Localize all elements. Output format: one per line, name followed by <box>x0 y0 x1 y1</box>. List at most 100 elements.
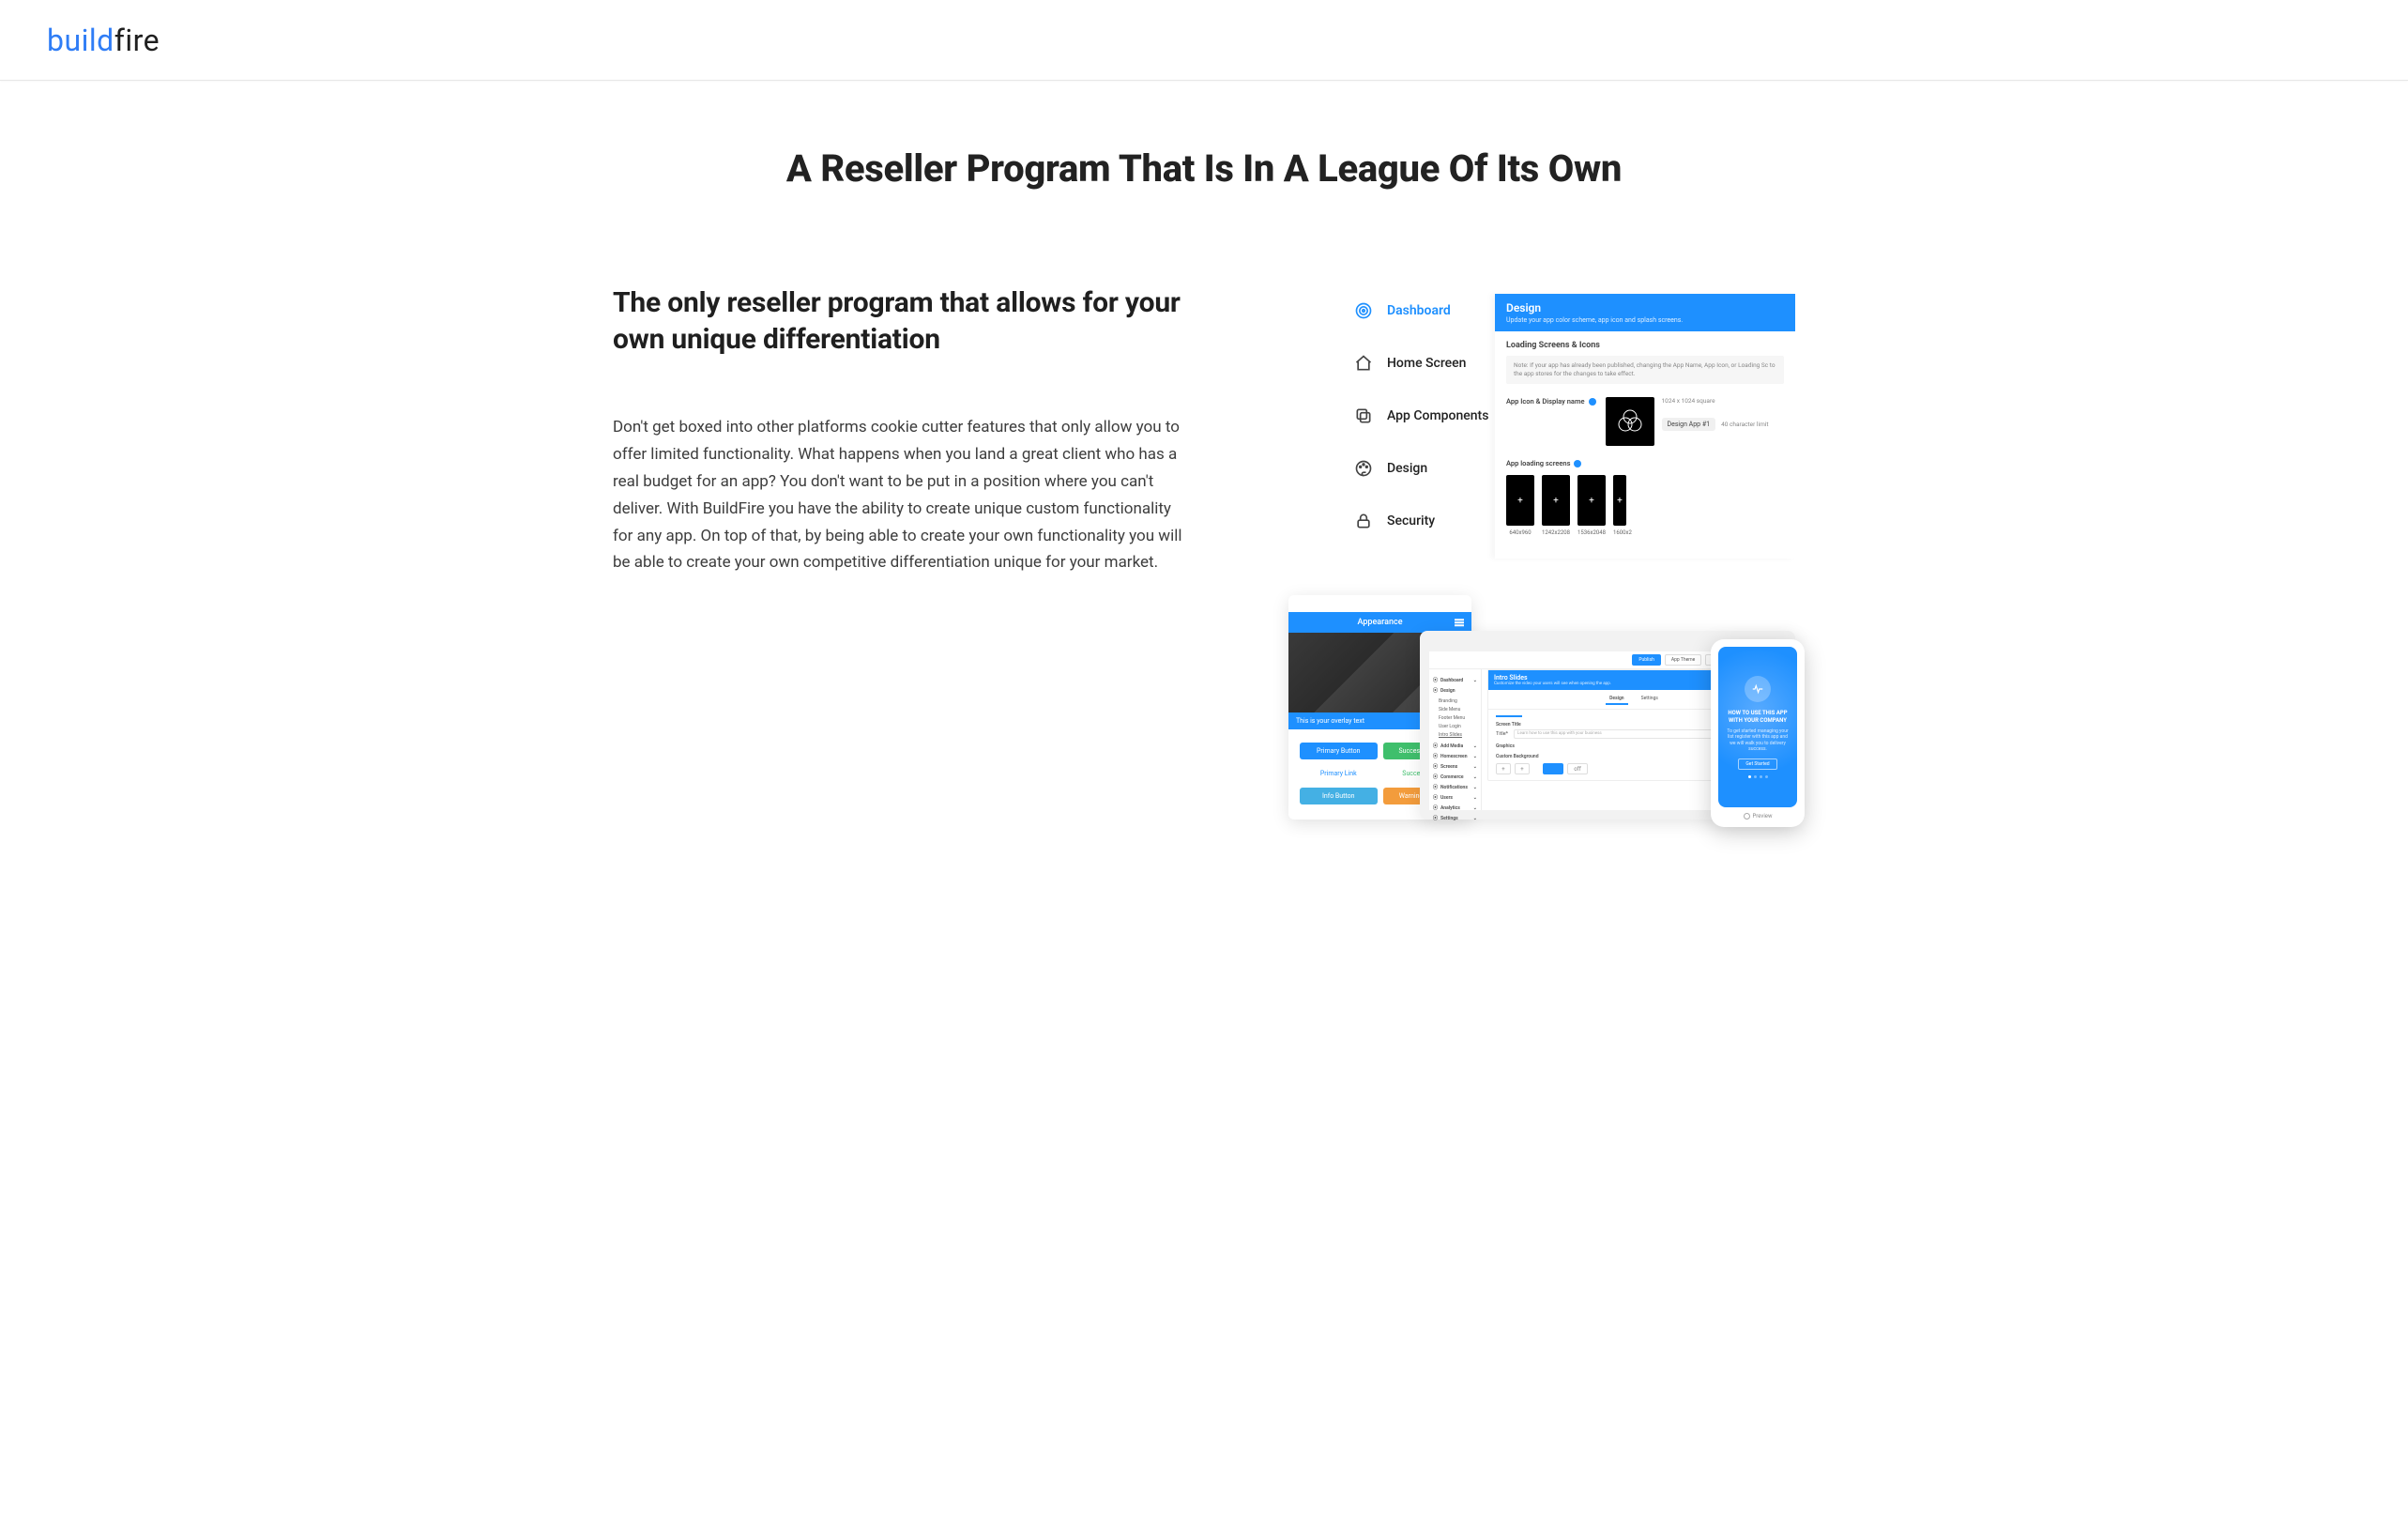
brand-logo-accent: build <box>47 23 114 58</box>
intro-title: Intro Slides <box>1494 674 1611 682</box>
sidebar-section: ⦿Users⌄ <box>1433 794 1477 801</box>
sidebar-section: ⦿Analytics⌄ <box>1433 804 1477 811</box>
home-icon <box>1354 354 1373 373</box>
brand-logo-rest: fire <box>114 23 160 58</box>
section-subheading: The only reseller program that allows fo… <box>613 284 1213 358</box>
sidebar-section: ⦿Notifications⌄ <box>1433 784 1477 790</box>
appearance-title: Appearance <box>1288 618 1471 627</box>
appearance-title-bar: Appearance <box>1288 612 1471 633</box>
sidebar-section: ⦿Dashboard⌄ <box>1433 677 1477 683</box>
bg-chip-selected <box>1543 763 1563 774</box>
info-dot-icon <box>1589 398 1596 406</box>
app-theme-pill: App Theme <box>1665 654 1701 666</box>
sidebar-item: Footer Menu <box>1433 713 1477 722</box>
plus-icon: + <box>1617 496 1623 506</box>
bg-chip-off: off <box>1567 763 1588 774</box>
sidebar-section: ⦿Homescreen⌄ <box>1433 753 1477 759</box>
plus-icon: + <box>1589 496 1594 506</box>
app-icon-label: App Icon & Display name <box>1506 397 1596 406</box>
loading-thumb: +1600x2 <box>1613 475 1632 536</box>
thumb-preview: + <box>1542 475 1570 526</box>
sidebar-section: ⦿Add Media⌄ <box>1433 743 1477 749</box>
primary-button: Primary Button <box>1300 743 1378 759</box>
title-label: Title* <box>1496 731 1508 737</box>
thumb-preview: + <box>1577 475 1606 526</box>
site-header: buildfire <box>0 0 2408 81</box>
tab-design: Design <box>1606 694 1627 705</box>
copy-column: The only reseller program that allows fo… <box>613 284 1213 576</box>
loading-thumb: +640x960 <box>1506 475 1534 536</box>
tab-settings: Settings <box>1638 694 1662 705</box>
body-copy: Don't get boxed into other platforms coo… <box>613 414 1195 576</box>
chevron-icon: ⌄ <box>1473 795 1477 801</box>
brand-logo[interactable]: buildfire <box>47 23 160 58</box>
publish-pill: Publish <box>1632 654 1660 666</box>
palette-icon <box>1354 459 1373 478</box>
plus-icon: + <box>1553 496 1559 506</box>
phone-subtext: To get started managing your list regist… <box>1726 728 1790 753</box>
app-icon-preview <box>1606 397 1654 446</box>
app-icon-row: App Icon & Display name 1 <box>1506 397 1784 446</box>
phone-cta: Get Started <box>1738 758 1776 770</box>
design-panel: Design Update your app color scheme, app… <box>1495 294 1795 559</box>
page-main: A Reseller Program That Is In A League O… <box>566 146 1842 866</box>
chevron-icon: ⌄ <box>1473 743 1477 749</box>
thumb-label: 1536x2048 <box>1577 529 1606 536</box>
visual-column: DashboardHome ScreenApp Components›Desig… <box>1270 284 1795 810</box>
plus-icon: + <box>1517 496 1523 506</box>
loading-screens-row: App loading screens +640x960+1242x2208+1… <box>1506 459 1784 536</box>
primary-link: Primary Link <box>1300 765 1378 782</box>
lock-icon <box>1354 512 1373 530</box>
chevron-icon: ⌄ <box>1473 785 1477 790</box>
thumb-label: 1242x2208 <box>1542 529 1570 536</box>
loading-screens-label: App loading screens <box>1506 459 1581 467</box>
phone-footer: Preview <box>1744 813 1773 820</box>
pulse-icon <box>1745 676 1771 702</box>
design-panel-title: Design <box>1506 301 1784 314</box>
sidebar-section: ⦿Settings⌄ <box>1433 815 1477 821</box>
loading-thumb: +1536x2048 <box>1577 475 1606 536</box>
content-row: The only reseller program that allows fo… <box>613 284 1795 810</box>
preview-icon <box>1744 813 1750 820</box>
phone-heading: HOW TO USE THIS APP WITH YOUR COMPANY <box>1726 710 1790 725</box>
design-panel-header: Design Update your app color scheme, app… <box>1495 294 1795 331</box>
design-note: Note: If your app has already been publi… <box>1506 356 1784 384</box>
phone-preview: HOW TO USE THIS APP WITH YOUR COMPANY To… <box>1711 639 1805 827</box>
chevron-icon: ⌄ <box>1473 805 1477 811</box>
chevron-icon: ⌄ <box>1473 774 1477 780</box>
sidebar-item: Side Menu <box>1433 705 1477 713</box>
target-icon <box>1354 301 1373 320</box>
design-section-title: Loading Screens & Icons <box>1506 341 1784 350</box>
collage: DashboardHome ScreenApp Components›Desig… <box>1270 284 1795 810</box>
sidebar-section: ⦿Screens⌄ <box>1433 763 1477 770</box>
info-dot-icon <box>1574 460 1581 467</box>
sidebar-section: ⦿Design <box>1433 687 1477 694</box>
loading-thumb: +1242x2208 <box>1542 475 1570 536</box>
sidebar-item: User Login <box>1433 722 1477 730</box>
bg-chip: + <box>1496 763 1511 774</box>
icon-dimensions: 1024 x 1024 square <box>1662 397 1769 405</box>
chevron-icon: ⌄ <box>1473 816 1477 821</box>
info-button: Info Button <box>1300 788 1378 804</box>
display-name-value: Design App #1 <box>1662 418 1716 431</box>
chevron-icon: ⌄ <box>1473 754 1477 759</box>
dashboard-sidebar: ⦿Dashboard⌄ ⦿Design BrandingSide MenuFoote… <box>1429 669 1482 810</box>
intro-subtitle: Customize the video your users will see … <box>1494 682 1611 686</box>
display-name-hint: 40 character limit <box>1721 421 1768 428</box>
thumb-label: 640x960 <box>1506 529 1534 536</box>
loading-thumbs: +640x960+1242x2208+1536x2048+1600x2 <box>1506 475 1632 536</box>
hero-title: A Reseller Program That Is In A League O… <box>613 146 1795 191</box>
thumb-preview: + <box>1613 475 1626 526</box>
sidebar-item: Branding <box>1433 697 1477 705</box>
sidebar-section: ⦿Commerce⌄ <box>1433 774 1477 780</box>
design-panel-subtitle: Update your app color scheme, app icon a… <box>1506 316 1784 324</box>
bg-chip: + <box>1515 763 1530 774</box>
pager-dots <box>1748 775 1768 778</box>
thumb-preview: + <box>1506 475 1534 526</box>
phone-screen: HOW TO USE THIS APP WITH YOUR COMPANY To… <box>1718 647 1797 807</box>
copy-icon <box>1354 406 1373 425</box>
chevron-icon: ⌄ <box>1473 764 1477 770</box>
thumb-label: 1600x2 <box>1613 529 1632 536</box>
sidebar-item: Intro Slides <box>1433 730 1477 739</box>
menu-icon <box>1455 619 1464 626</box>
